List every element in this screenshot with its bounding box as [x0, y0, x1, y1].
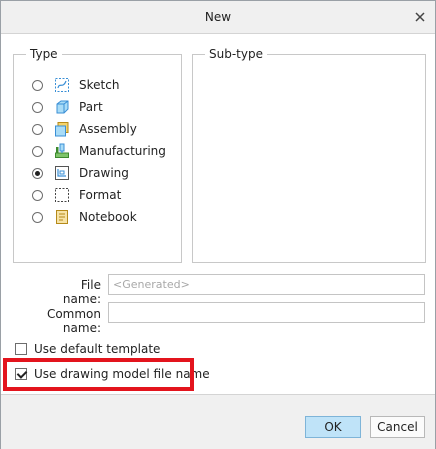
ok-button[interactable]: OK: [305, 416, 361, 438]
close-icon: [415, 12, 425, 22]
notebook-icon: [56, 210, 68, 224]
use-default-template-checkbox[interactable]: [15, 343, 27, 355]
dialog-title: New: [204, 10, 232, 24]
use-default-template-label: Use default template: [34, 342, 161, 356]
sketch-icon: [55, 78, 69, 92]
common-name-field[interactable]: [108, 302, 425, 323]
cancel-button[interactable]: Cancel: [370, 416, 425, 438]
type-legend: Type: [26, 47, 62, 61]
type-label-notebook: Notebook: [79, 210, 137, 224]
use-drawing-model-file-name-checkbox[interactable]: [15, 368, 27, 380]
type-label-format: Format: [79, 188, 122, 202]
radio-part[interactable]: [32, 101, 43, 113]
radio-format[interactable]: [32, 189, 43, 201]
drawing-icon: [55, 166, 69, 180]
type-option-assembly[interactable]: Assembly: [32, 119, 137, 139]
use-drawing-model-file-name-label: Use drawing model file name: [34, 367, 210, 381]
use-drawing-model-file-name-option[interactable]: Use drawing model file name: [15, 365, 210, 383]
manufacturing-icon: [55, 143, 69, 158]
radio-notebook[interactable]: [32, 211, 43, 223]
dialog-content: Type Sketch Part Assembly Manufacturing …: [1, 34, 435, 394]
radio-drawing[interactable]: [32, 167, 43, 179]
use-default-template-option[interactable]: Use default template: [15, 340, 160, 358]
type-label-assembly: Assembly: [79, 122, 137, 136]
type-label-sketch: Sketch: [79, 78, 120, 92]
type-option-notebook[interactable]: Notebook: [32, 207, 137, 227]
part-icon: [56, 100, 69, 114]
radio-assembly[interactable]: [32, 123, 43, 135]
type-option-format[interactable]: Format: [32, 185, 121, 205]
title-bar: New: [1, 1, 435, 34]
dialog-footer: OK Cancel: [1, 394, 435, 449]
type-option-part[interactable]: Part: [32, 97, 103, 117]
common-name-label: Common name:: [46, 307, 101, 335]
type-option-drawing[interactable]: Drawing: [32, 163, 129, 183]
subtype-legend: Sub-type: [205, 47, 267, 61]
radio-sketch[interactable]: [32, 79, 43, 91]
type-option-manufacturing[interactable]: Manufacturing: [32, 141, 166, 161]
type-group: Type Sketch Part Assembly Manufacturing …: [13, 47, 182, 263]
file-name-label: File name:: [62, 278, 101, 306]
subtype-group: Sub-type: [192, 47, 426, 263]
type-option-sketch[interactable]: Sketch: [32, 75, 119, 95]
type-label-part: Part: [79, 100, 103, 114]
assembly-icon: [55, 122, 69, 137]
type-label-drawing: Drawing: [79, 166, 129, 180]
type-label-manufacturing: Manufacturing: [79, 144, 166, 158]
file-name-field[interactable]: [108, 274, 425, 295]
close-button[interactable]: [411, 8, 429, 26]
new-dialog: New Type Sketch Part Assembly Manufactur…: [0, 0, 436, 449]
radio-manufacturing[interactable]: [32, 145, 43, 157]
format-icon: [55, 188, 69, 202]
